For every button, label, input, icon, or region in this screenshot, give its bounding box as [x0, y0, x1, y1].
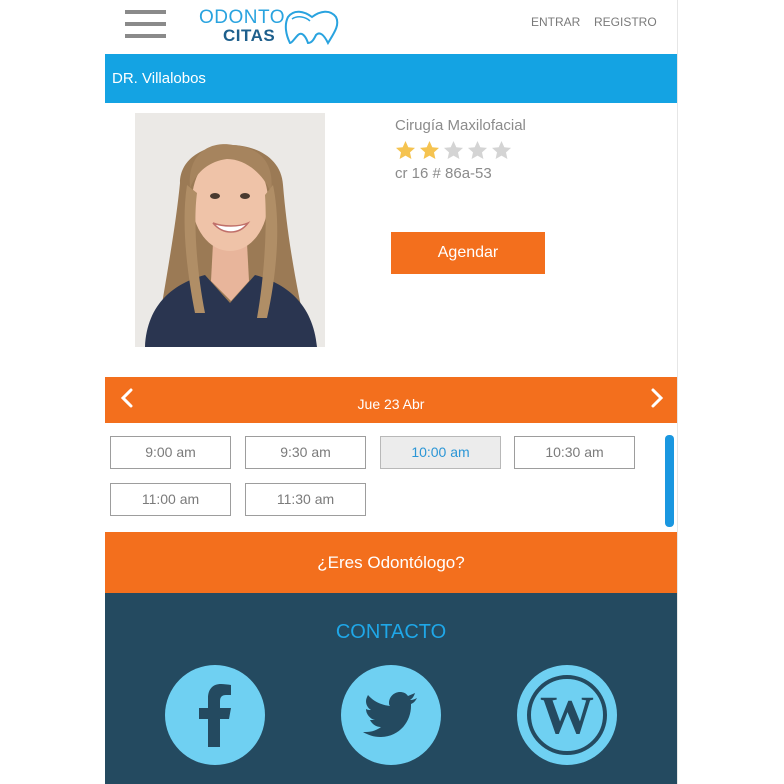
selected-date: Jue 23 Abr — [357, 396, 425, 412]
wordpress-icon[interactable]: W — [517, 665, 617, 765]
facebook-icon[interactable] — [165, 665, 265, 765]
odontocitas-logo[interactable]: ODONTO CITAS — [199, 5, 349, 45]
book-appointment-button[interactable]: Agendar — [391, 232, 545, 274]
svg-text:W: W — [540, 685, 594, 745]
logo-text-citas: CITAS — [223, 26, 276, 45]
contact-footer: CONTACTO W — [105, 593, 677, 784]
time-slot[interactable]: 9:00 am — [110, 436, 231, 469]
doctor-name: DR. Villalobos — [112, 70, 206, 87]
doctor-title-bar: DR. Villalobos — [105, 54, 677, 103]
star-empty-icon — [468, 141, 487, 159]
chevron-right-icon[interactable] — [643, 385, 669, 411]
star-empty-icon — [444, 141, 463, 159]
time-slot[interactable]: 11:00 am — [110, 483, 231, 516]
login-link[interactable]: ENTRAR — [531, 15, 580, 29]
time-slot[interactable]: 10:30 am — [514, 436, 635, 469]
time-slot-selected[interactable]: 10:00 am — [380, 436, 501, 469]
rating-stars — [395, 140, 515, 164]
slots-scrollbar[interactable] — [665, 435, 674, 527]
doctor-photo — [135, 113, 325, 347]
contact-title: CONTACTO — [335, 621, 447, 643]
hamburger-menu-icon[interactable] — [125, 10, 166, 40]
doctor-specialty: Cirugía Maxilofacial — [395, 117, 526, 134]
date-navigation-bar: Jue 23 Abr — [105, 377, 677, 423]
app-frame: ODONTO CITAS ENTRAR REGISTRO DR. Villalo… — [105, 0, 677, 784]
time-slot[interactable]: 9:30 am — [245, 436, 366, 469]
register-link[interactable]: REGISTRO — [594, 15, 657, 29]
twitter-icon[interactable] — [341, 665, 441, 765]
tooth-icon — [284, 10, 339, 45]
star-empty-icon — [492, 141, 511, 159]
star-filled-icon — [396, 141, 415, 159]
star-filled-icon — [420, 141, 439, 159]
doctor-address: cr 16 # 86a-53 — [395, 165, 492, 182]
time-slot[interactable]: 11:30 am — [245, 483, 366, 516]
page-right-border — [677, 0, 678, 784]
are-you-dentist-button[interactable]: ¿Eres Odontólogo? — [105, 532, 677, 593]
